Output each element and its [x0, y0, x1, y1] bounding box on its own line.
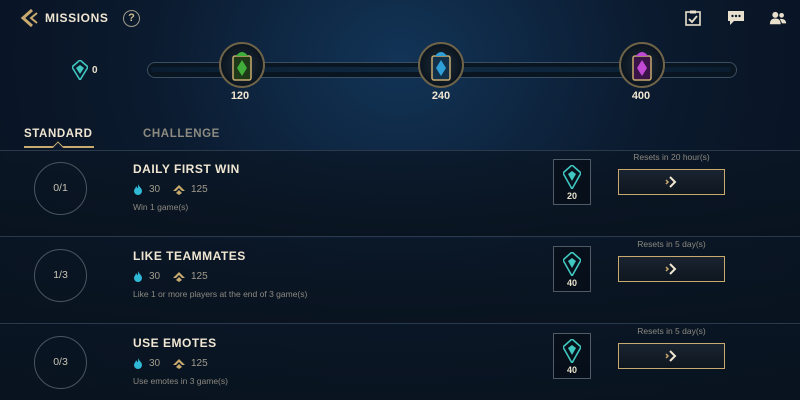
mission-progress: 0/3 [34, 336, 87, 389]
token-value: 125 [191, 271, 208, 282]
top-bar: MISSIONS ? [0, 0, 800, 36]
xp-icon [134, 184, 142, 195]
mission-name: DAILY FIRST WIN [133, 162, 240, 176]
xp-icon [134, 271, 142, 282]
mission-progress: 0/1 [34, 162, 87, 215]
reward-capsule-icon [632, 52, 652, 81]
checklist-icon[interactable] [684, 10, 702, 26]
xp-value: 30 [149, 184, 161, 195]
xp-value: 30 [149, 271, 161, 282]
mission-reward-box: 40 [553, 246, 591, 292]
mission-name: LIKE TEAMMATES [133, 249, 246, 263]
friends-icon[interactable] [769, 10, 787, 26]
xp-icon [134, 358, 142, 369]
tab-standard[interactable]: STANDARD [24, 128, 92, 140]
milestone-reward-1[interactable] [219, 42, 265, 88]
mission-row: 1/3 LIKE TEAMMATES 30 125 Like 1 or more… [0, 238, 800, 324]
mission-progress: 1/3 [34, 249, 87, 302]
back-arrow-icon[interactable] [18, 8, 40, 28]
mission-reward-box: 40 [553, 333, 591, 379]
go-to-mission-button[interactable] [618, 169, 725, 195]
reset-timer: Resets in 5 day(s) [637, 239, 706, 249]
mission-token-reward: 125 [173, 184, 208, 196]
page-title: MISSIONS [45, 11, 109, 25]
mission-xp-reward: 30 [133, 358, 160, 370]
milestone-reward-3[interactable] [619, 42, 665, 88]
milestone-value-3: 400 [631, 90, 651, 102]
milestone-value-2: 240 [431, 90, 451, 102]
token-value: 125 [191, 184, 208, 195]
reward-value: 20 [566, 191, 577, 201]
mission-name: USE EMOTES [133, 336, 217, 350]
reward-value: 40 [566, 365, 577, 375]
go-to-mission-button[interactable] [618, 256, 725, 282]
reward-capsule-icon [232, 52, 252, 81]
go-to-mission-button[interactable] [618, 343, 725, 369]
mission-reward-box: 20 [553, 159, 591, 205]
blue-essence-icon [173, 184, 185, 195]
mission-row: 0/1 DAILY FIRST WIN 30 125 Win 1 game(s)… [0, 151, 800, 237]
mission-token-reward: 125 [173, 358, 208, 370]
mission-description: Win 1 game(s) [133, 202, 189, 212]
blue-essence-icon [173, 358, 185, 369]
mission-xp-reward: 30 [133, 271, 160, 283]
reward-capsule-icon [431, 52, 451, 81]
milestone-reward-2[interactable] [418, 42, 464, 88]
mission-token-icon [563, 339, 581, 363]
chevron-right-icon [665, 263, 677, 275]
help-button[interactable]: ? [123, 10, 140, 27]
chevron-right-icon [665, 350, 677, 362]
mission-token-icon [563, 252, 581, 276]
xp-value: 30 [149, 358, 161, 369]
mission-token-reward: 125 [173, 271, 208, 283]
reset-timer: Resets in 5 day(s) [637, 326, 706, 336]
mission-description: Like 1 or more players at the end of 3 g… [133, 289, 308, 299]
tab-challenge[interactable]: CHALLENGE [143, 128, 220, 140]
chat-icon[interactable] [727, 10, 745, 26]
mission-token-icon [563, 165, 581, 189]
mission-row: 0/3 USE EMOTES 30 125 Use emotes in 3 ga… [0, 325, 800, 400]
token-count: 0 [92, 65, 98, 76]
blue-essence-icon [173, 271, 185, 282]
mission-token-icon [72, 60, 88, 80]
reward-value: 40 [566, 278, 577, 288]
reset-timer: Resets in 20 hour(s) [633, 152, 710, 162]
chevron-right-icon [665, 176, 677, 188]
mission-xp-reward: 30 [133, 184, 160, 196]
token-value: 125 [191, 358, 208, 369]
mission-description: Use emotes in 3 game(s) [133, 376, 228, 386]
milestone-value-1: 120 [230, 90, 250, 102]
